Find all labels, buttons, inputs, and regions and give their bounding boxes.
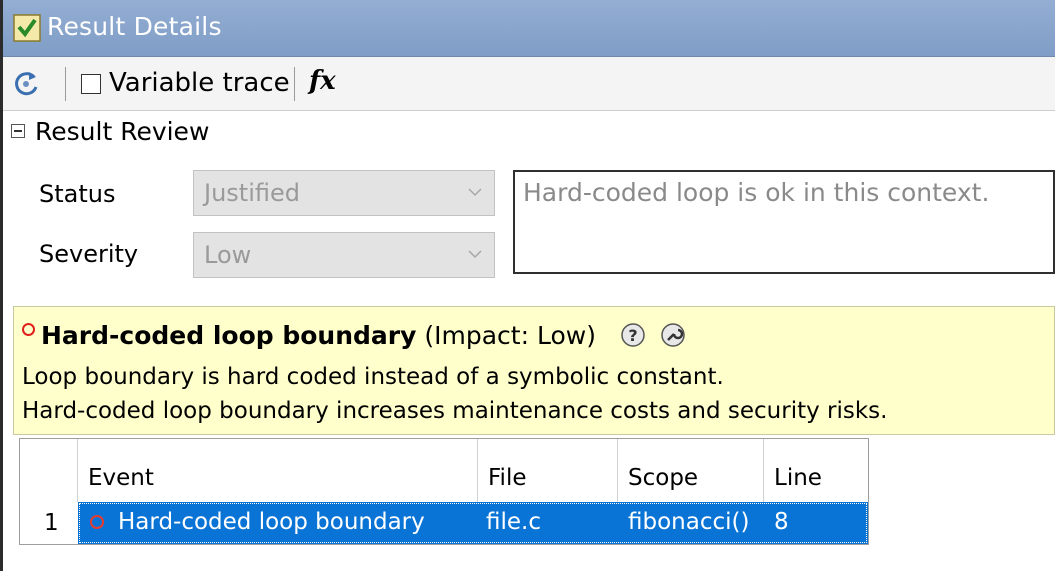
comment-textarea[interactable]: Hard-coded loop is ok in this context. (513, 170, 1055, 274)
chevron-down-icon (468, 250, 482, 259)
cell-event[interactable]: Hard-coded loop boundary (118, 509, 425, 535)
svg-text:?: ? (628, 326, 637, 345)
result-details-window: Result Details Variable trace fx Result … (0, 0, 1055, 571)
row-index: 1 (20, 502, 78, 544)
column-header-label: Event (88, 465, 154, 491)
result-review-header[interactable]: Result Review (3, 112, 603, 152)
column-header-label: File (488, 465, 527, 491)
toolbar: Variable trace fx (3, 57, 1055, 111)
chevron-down-icon (468, 188, 482, 197)
toolbar-separator (294, 67, 295, 101)
events-table: Event File Scope Line 1 Hard-coded loop … (19, 438, 869, 545)
selected-row-cells[interactable]: Hard-coded loop boundary file.c fibonacc… (78, 502, 868, 544)
check-title-line: Hard-coded loop boundary (Impact: Low) ? (22, 321, 686, 354)
check-info-panel: Hard-coded loop boundary (Impact: Low) ?… (13, 306, 1055, 435)
column-header-index[interactable] (20, 439, 78, 502)
result-review-label: Result Review (35, 117, 210, 146)
column-header-scope[interactable]: Scope (618, 439, 764, 502)
column-header-label: Line (774, 465, 822, 491)
column-header-file[interactable]: File (478, 439, 618, 502)
status-label: Status (39, 180, 116, 208)
table-row[interactable]: 1 Hard-coded loop boundary file.c fibona… (20, 502, 869, 544)
fx-button[interactable]: fx (309, 66, 336, 96)
refresh-icon[interactable] (9, 68, 43, 100)
check-title: Hard-coded loop boundary (41, 321, 417, 350)
column-header-line[interactable]: Line (764, 439, 869, 502)
severity-select[interactable]: Low (193, 232, 495, 278)
title-bar: Result Details (3, 0, 1055, 57)
result-details-icon (13, 14, 41, 42)
cell-scope[interactable]: fibonacci() (628, 509, 749, 535)
status-select[interactable]: Justified (193, 170, 495, 216)
variable-trace-label[interactable]: Variable trace (109, 68, 290, 98)
window-title: Result Details (47, 12, 222, 41)
column-header-label: Scope (628, 465, 699, 491)
check-description-1: Loop boundary is hard coded instead of a… (22, 364, 724, 390)
toolbar-separator (65, 67, 66, 101)
check-impact: (Impact: Low) (424, 321, 596, 350)
severity-value: Low (204, 241, 252, 269)
cell-file[interactable]: file.c (486, 509, 541, 535)
check-description-2: Hard-coded loop boundary increases maint… (22, 398, 888, 424)
defect-ring-icon (22, 323, 35, 336)
comment-text: Hard-coded loop is ok in this context. (523, 178, 990, 207)
cell-line[interactable]: 8 (774, 509, 789, 535)
defect-ring-icon (90, 515, 104, 529)
collapse-icon[interactable] (11, 124, 25, 138)
wrench-icon[interactable] (660, 322, 686, 348)
severity-label: Severity (39, 240, 139, 268)
column-header-event[interactable]: Event (78, 439, 478, 502)
help-icon[interactable]: ? (620, 322, 646, 348)
variable-trace-checkbox[interactable] (81, 74, 101, 94)
status-value: Justified (204, 179, 300, 207)
